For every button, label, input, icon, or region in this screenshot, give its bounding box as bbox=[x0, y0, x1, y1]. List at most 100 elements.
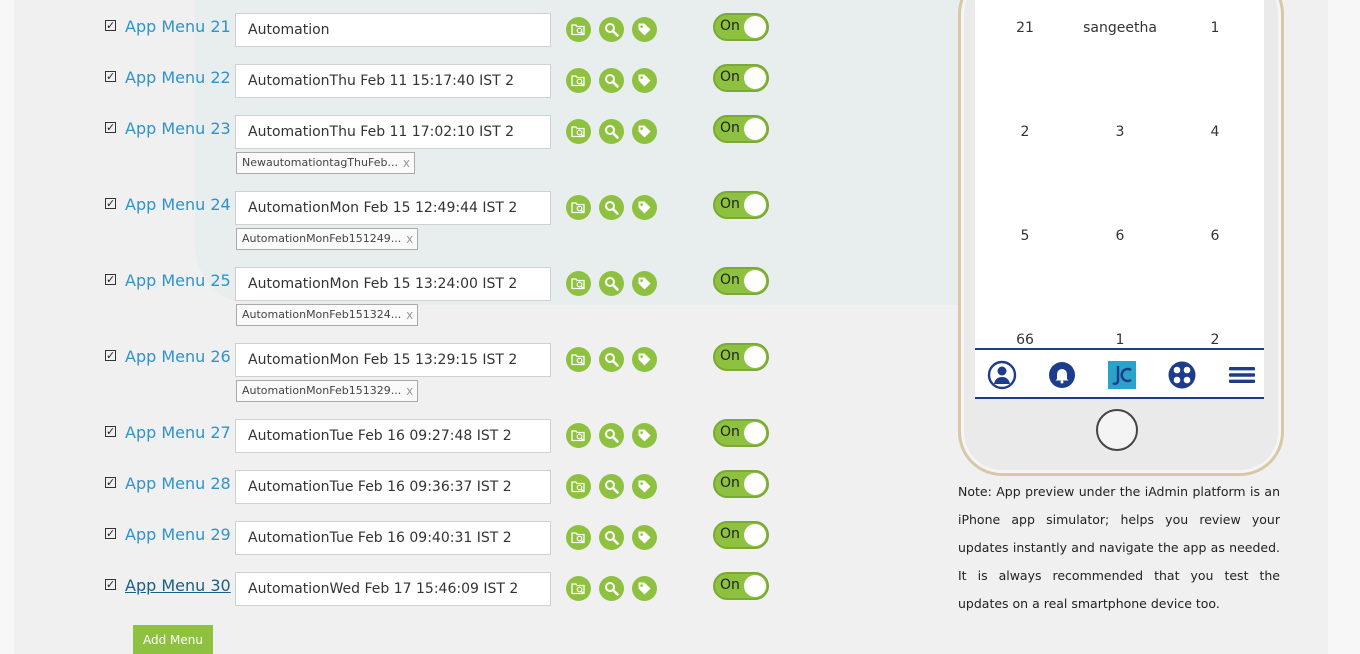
phone-grid-cell[interactable]: 2 bbox=[977, 124, 1073, 140]
menu-tag-chip: AutomationMonFeb151329... x bbox=[236, 380, 419, 402]
tag-icon[interactable] bbox=[632, 17, 657, 42]
tag-icon[interactable] bbox=[632, 68, 657, 93]
hamburger-menu-icon[interactable] bbox=[1227, 360, 1257, 390]
folder-search-icon[interactable] bbox=[566, 525, 591, 550]
menu-title-input[interactable] bbox=[235, 572, 551, 606]
folder-search-icon[interactable] bbox=[566, 271, 591, 296]
menu-title-input[interactable] bbox=[235, 13, 551, 47]
menu-tag-text: AutomationMonFeb151249... bbox=[242, 232, 402, 245]
search-icon[interactable] bbox=[599, 68, 624, 93]
menu-tag-text: AutomationMonFeb151329... bbox=[242, 384, 402, 397]
menu-title-input[interactable] bbox=[235, 419, 551, 453]
menu-checkbox[interactable]: ✓ bbox=[105, 528, 116, 539]
menu-toggle[interactable]: On bbox=[713, 419, 769, 447]
menu-toggle[interactable]: On bbox=[713, 13, 769, 41]
phone-grid-cell[interactable]: 6 bbox=[1072, 228, 1168, 244]
menu-title-input[interactable] bbox=[235, 64, 551, 98]
phone-grid-cell[interactable]: 3 bbox=[1072, 124, 1168, 140]
menu-checkbox[interactable]: ✓ bbox=[105, 122, 116, 133]
menu-label-link[interactable]: App Menu 25 bbox=[125, 271, 231, 290]
toggle-label: On bbox=[720, 475, 740, 491]
menu-title-input[interactable] bbox=[235, 470, 551, 504]
phone-grid-cell[interactable]: 1 bbox=[1167, 20, 1263, 36]
folder-search-icon[interactable] bbox=[566, 68, 591, 93]
folder-search-icon[interactable] bbox=[566, 576, 591, 601]
menu-toggle[interactable]: On bbox=[713, 343, 769, 371]
tag-icon[interactable] bbox=[632, 576, 657, 601]
menu-label-link[interactable]: App Menu 30 bbox=[125, 576, 231, 595]
menu-checkbox[interactable]: ✓ bbox=[105, 426, 116, 437]
folder-search-icon[interactable] bbox=[566, 423, 591, 448]
menu-label-link[interactable]: App Menu 28 bbox=[125, 474, 231, 493]
menu-checkbox[interactable]: ✓ bbox=[105, 350, 116, 361]
menu-toggle[interactable]: On bbox=[713, 572, 769, 600]
home-button[interactable] bbox=[1096, 409, 1138, 451]
folder-search-icon[interactable] bbox=[566, 474, 591, 499]
remove-tag-icon[interactable]: x bbox=[403, 153, 410, 173]
search-icon[interactable] bbox=[599, 474, 624, 499]
search-icon[interactable] bbox=[599, 347, 624, 372]
search-icon[interactable] bbox=[599, 119, 624, 144]
remove-tag-icon[interactable]: x bbox=[406, 381, 413, 401]
menu-title-input[interactable] bbox=[235, 521, 551, 555]
phone-grid-cell[interactable]: 4 bbox=[1167, 124, 1263, 140]
phone-grid-cell[interactable]: 5 bbox=[977, 228, 1073, 244]
tag-icon[interactable] bbox=[632, 423, 657, 448]
phone-grid-cell[interactable]: 1 bbox=[1072, 332, 1168, 348]
tag-icon[interactable] bbox=[632, 347, 657, 372]
phone-screen[interactable]: 21 sangeetha 1 2 3 4 5 6 6 66 1 2 bbox=[975, 0, 1264, 399]
menu-toggle[interactable]: On bbox=[713, 64, 769, 92]
folder-search-icon[interactable] bbox=[566, 17, 591, 42]
menu-toggle[interactable]: On bbox=[713, 115, 769, 143]
phone-grid-cell[interactable]: sangeetha bbox=[1072, 20, 1168, 36]
menu-toggle[interactable]: On bbox=[713, 191, 769, 219]
remove-tag-icon[interactable]: x bbox=[406, 229, 413, 249]
menu-title-input[interactable] bbox=[235, 267, 551, 301]
search-icon[interactable] bbox=[599, 195, 624, 220]
remove-tag-icon[interactable]: x bbox=[406, 305, 413, 325]
toggle-knob bbox=[744, 194, 766, 216]
search-icon[interactable] bbox=[599, 576, 624, 601]
app-logo-icon[interactable] bbox=[1107, 360, 1137, 390]
menu-title-input[interactable] bbox=[235, 343, 551, 377]
menu-label-link[interactable]: App Menu 21 bbox=[125, 17, 231, 36]
preview-note: Note: App preview under the iAdmin platf… bbox=[958, 484, 1280, 611]
menu-label-link[interactable]: App Menu 24 bbox=[125, 195, 231, 214]
menu-toggle[interactable]: On bbox=[713, 521, 769, 549]
tag-icon[interactable] bbox=[632, 525, 657, 550]
tag-icon[interactable] bbox=[632, 119, 657, 144]
apps-grid-icon[interactable] bbox=[1167, 360, 1197, 390]
user-icon[interactable] bbox=[987, 360, 1017, 390]
folder-search-icon[interactable] bbox=[566, 119, 591, 144]
phone-grid-cell[interactable]: 21 bbox=[977, 20, 1073, 36]
menu-checkbox[interactable]: ✓ bbox=[105, 71, 116, 82]
menu-checkbox[interactable]: ✓ bbox=[105, 198, 116, 209]
menu-label-link[interactable]: App Menu 23 bbox=[125, 119, 231, 138]
menu-label-link[interactable]: App Menu 26 bbox=[125, 347, 231, 366]
search-icon[interactable] bbox=[599, 423, 624, 448]
menu-label-link[interactable]: App Menu 27 bbox=[125, 423, 231, 442]
menu-toggle[interactable]: On bbox=[713, 470, 769, 498]
add-menu-button[interactable]: Add Menu bbox=[133, 625, 213, 654]
menu-title-input[interactable] bbox=[235, 115, 551, 149]
menu-label-link[interactable]: App Menu 29 bbox=[125, 525, 231, 544]
search-icon[interactable] bbox=[599, 525, 624, 550]
menu-checkbox[interactable]: ✓ bbox=[105, 20, 116, 31]
tag-icon[interactable] bbox=[632, 474, 657, 499]
tag-icon[interactable] bbox=[632, 271, 657, 296]
phone-grid-cell[interactable]: 2 bbox=[1167, 332, 1263, 348]
menu-label-link[interactable]: App Menu 22 bbox=[125, 68, 231, 87]
search-icon[interactable] bbox=[599, 17, 624, 42]
menu-checkbox[interactable]: ✓ bbox=[105, 477, 116, 488]
tag-icon[interactable] bbox=[632, 195, 657, 220]
menu-checkbox[interactable]: ✓ bbox=[105, 274, 116, 285]
folder-search-icon[interactable] bbox=[566, 347, 591, 372]
menu-title-input[interactable] bbox=[235, 191, 551, 225]
phone-grid-cell[interactable]: 66 bbox=[977, 332, 1073, 348]
menu-checkbox[interactable]: ✓ bbox=[105, 579, 116, 590]
search-icon[interactable] bbox=[599, 271, 624, 296]
folder-search-icon[interactable] bbox=[566, 195, 591, 220]
menu-toggle[interactable]: On bbox=[713, 267, 769, 295]
phone-grid-cell[interactable]: 6 bbox=[1167, 228, 1263, 244]
bell-icon[interactable] bbox=[1047, 360, 1077, 390]
